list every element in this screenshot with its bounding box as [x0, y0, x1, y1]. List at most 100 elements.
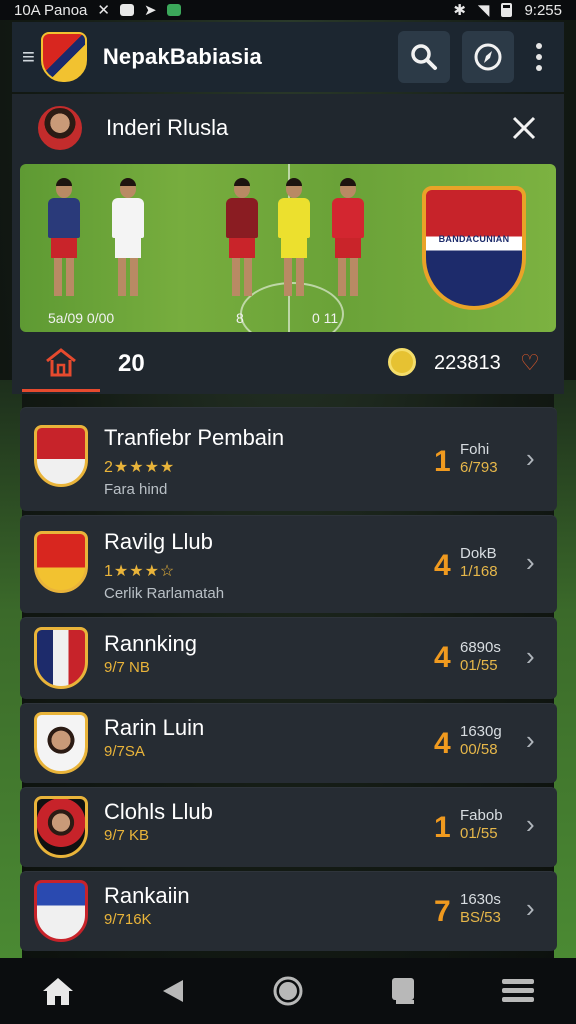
item-title: Clohls Llub — [104, 799, 213, 824]
item-rank: 1 — [434, 811, 451, 844]
search-button[interactable] — [398, 31, 450, 83]
battery-icon — [501, 3, 513, 17]
app-title: NepakBabiasia — [102, 44, 262, 69]
item-stat: 00/58 — [460, 741, 498, 758]
list-item[interactable]: Clohls Llub 9/7 KB 1 Fabob 01/55 › — [20, 787, 557, 867]
close-button[interactable] — [502, 106, 546, 150]
item-subtitle: 9/716K — [104, 911, 152, 928]
item-stat: DokB — [460, 545, 497, 562]
item-stat: Fabob — [460, 807, 503, 824]
chevron-right-icon: › — [526, 547, 535, 577]
item-stat: 6890s — [460, 639, 501, 656]
bluetooth-icon: ✱ — [453, 2, 466, 19]
recents-button[interactable] — [373, 966, 433, 1016]
club-logo — [34, 796, 88, 858]
item-stat: 1/168 — [460, 563, 498, 580]
chevron-right-icon: › — [526, 725, 535, 755]
status-text: 10A Panoa — [14, 1, 88, 19]
bottom-nav — [0, 958, 576, 1024]
item-rank: 4 — [434, 641, 451, 674]
player-figure — [222, 178, 262, 300]
avatar[interactable] — [38, 106, 82, 150]
item-subtitle: 9/7SA — [104, 743, 145, 760]
profile-row: Inderi Rlusla — [12, 94, 564, 162]
app-notification-icon — [119, 4, 134, 16]
chevron-right-icon: › — [526, 809, 535, 839]
item-title: Rarin Luin — [104, 715, 205, 740]
chevron-right-icon: › — [526, 641, 535, 671]
more-vert-icon[interactable] — [524, 43, 554, 71]
club-logo[interactable] — [40, 32, 87, 82]
list-item[interactable]: Rannking 9/7 NB 4 6890s 01/55 › — [20, 617, 557, 699]
item-stat: Fohi — [460, 441, 490, 458]
wifi-icon: ◥ — [477, 2, 490, 19]
team-banner[interactable]: 5a/09 0/00 8 0 11 BANDACUNIAN — [20, 164, 556, 332]
chevron-right-icon: › — [526, 893, 535, 923]
item-title: Rannking — [104, 631, 197, 656]
item-rank: 4 — [434, 549, 451, 582]
home-circle-button[interactable] — [258, 966, 318, 1016]
club-logo — [34, 627, 88, 689]
home-circle-icon — [273, 976, 303, 1006]
tab-home[interactable] — [22, 334, 100, 392]
status-left: 10A Panoa ✕ ➤ — [14, 1, 181, 19]
stadium-background-left — [0, 380, 22, 960]
download-icon — [166, 4, 181, 16]
item-subtitle: 9/7 NB — [104, 659, 150, 676]
menu-icon — [502, 979, 535, 1002]
player-figure — [274, 178, 314, 300]
back-button[interactable] — [143, 966, 203, 1016]
status-time: 9:255 — [524, 1, 562, 19]
chevron-right-icon: › — [526, 443, 535, 473]
banner-caption-center: 8 — [236, 310, 244, 326]
home-icon — [42, 978, 73, 1005]
item-subtitle: Cerlik Rarlamatah — [104, 585, 225, 602]
item-stat: 01/55 — [460, 657, 498, 674]
item-title: Tranfiebr Pembain — [104, 425, 285, 450]
heart-icon[interactable]: ♡ — [520, 350, 540, 376]
recents-icon — [392, 978, 415, 1004]
stadium-background-right — [554, 380, 576, 960]
club-logo — [34, 425, 88, 487]
banner-caption-right: 0 11 — [312, 310, 339, 326]
club-logo — [34, 880, 88, 942]
list-item[interactable]: Rankaiin 9/716K 7 1630s BS/53 › — [20, 871, 557, 951]
item-stat: 1630s — [460, 891, 501, 908]
status-right: ✱ ◥ 9:255 — [453, 1, 562, 20]
club-logo — [34, 712, 88, 774]
crest-text: BANDACUNIAN — [438, 234, 510, 244]
compass-icon — [474, 43, 502, 71]
notification-icon: ✕ — [97, 2, 110, 19]
item-stat: 01/55 — [460, 825, 498, 842]
item-rank: 4 — [434, 727, 451, 760]
player-figure — [328, 178, 368, 300]
player-figure — [44, 178, 84, 300]
item-stat: 1630g — [460, 723, 502, 740]
item-rank: 7 — [434, 895, 451, 928]
item-rating: 2★★★★ — [104, 459, 176, 476]
player-figure — [108, 178, 148, 300]
status-bar: 10A Panoa ✕ ➤ ✱ ◥ 9:255 — [0, 0, 576, 20]
app-header: ≡ NepakBabiasia — [12, 22, 564, 92]
home-icon — [46, 347, 76, 376]
club-crest: BANDACUNIAN — [422, 186, 526, 310]
item-rating: 1★★★☆ — [104, 563, 176, 580]
home-button[interactable] — [28, 966, 88, 1016]
close-icon — [512, 116, 536, 140]
item-stat: 6/793 — [460, 459, 498, 476]
back-icon — [162, 980, 183, 1002]
list-item[interactable]: Rarin Luin 9/7SA 4 1630g 00/58 › — [20, 703, 557, 783]
banner-caption-left: 5a/09 0/00 — [48, 310, 115, 326]
send-icon: ➤ — [143, 2, 157, 19]
score-value: 223813 — [434, 352, 501, 374]
item-subtitle: 9/7 KB — [104, 827, 150, 844]
menu-icon[interactable]: ≡ — [22, 44, 35, 70]
list-item[interactable]: Tranfiebr Pembain 2★★★★ Fara hind 1 Fohi… — [20, 407, 557, 511]
profile-name: Inderi Rlusla — [106, 115, 229, 140]
coin-icon — [388, 348, 416, 376]
club-logo — [34, 531, 88, 593]
tab-count: 20 — [118, 350, 145, 377]
menu-button[interactable] — [488, 966, 548, 1016]
compass-button[interactable] — [462, 31, 514, 83]
list-item[interactable]: Ravilg Llub 1★★★☆ Cerlik Rarlamatah 4 Do… — [20, 515, 557, 613]
